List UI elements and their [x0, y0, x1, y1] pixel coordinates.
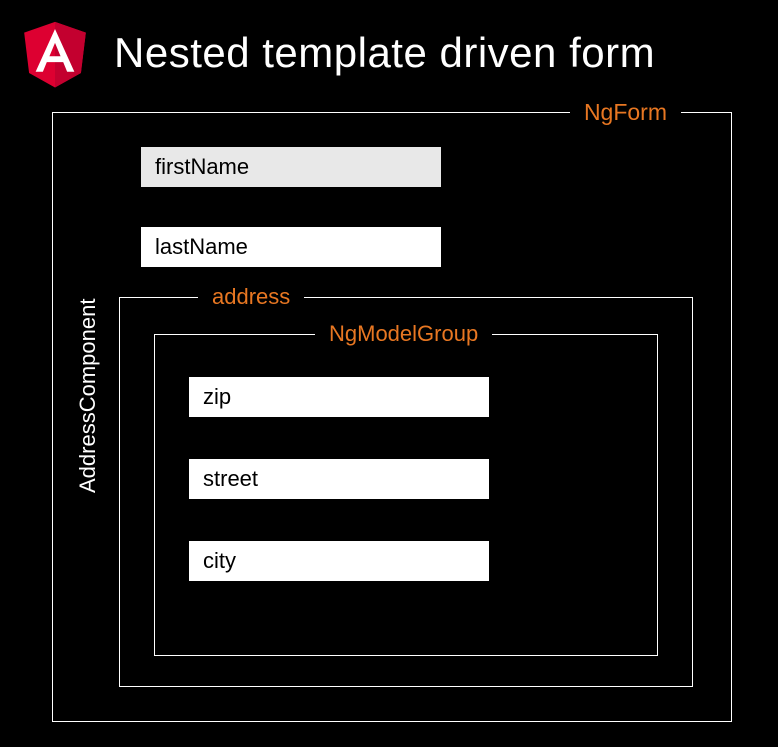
street-field-label: street — [203, 466, 258, 492]
ngmodelgroup-container: NgModelGroup zip street city — [154, 334, 658, 656]
street-field[interactable]: street — [189, 459, 489, 499]
page-title: Nested template driven form — [114, 29, 655, 77]
angular-logo-icon — [14, 10, 96, 96]
zip-field[interactable]: zip — [189, 377, 489, 417]
firstname-field[interactable]: firstName — [141, 147, 441, 187]
lastname-field[interactable]: lastName — [141, 227, 441, 267]
address-container: address NgModelGroup zip street city — [119, 297, 693, 687]
address-component-label: AddressComponent — [75, 299, 101, 493]
ngform-label: NgForm — [570, 99, 681, 126]
firstname-field-label: firstName — [155, 154, 249, 180]
city-field-label: city — [203, 548, 236, 574]
header: Nested template driven form — [0, 0, 778, 104]
ngform-container: NgForm firstName lastName AddressCompone… — [52, 112, 732, 722]
zip-field-label: zip — [203, 384, 231, 410]
city-field[interactable]: city — [189, 541, 489, 581]
address-label: address — [198, 284, 304, 310]
lastname-field-label: lastName — [155, 234, 248, 260]
ngmodelgroup-label: NgModelGroup — [315, 321, 492, 347]
